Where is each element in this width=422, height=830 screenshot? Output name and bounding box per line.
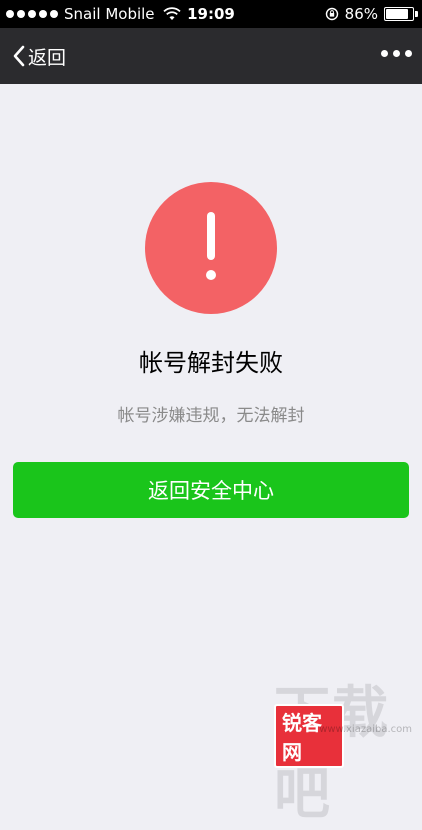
- chevron-left-icon: [13, 45, 25, 67]
- status-right: 86%: [325, 5, 418, 23]
- page-title: 帐号解封失败: [139, 349, 283, 377]
- more-dot-icon: [381, 50, 388, 57]
- more-dot-icon: [393, 50, 400, 57]
- exclamation-dot: [206, 270, 216, 280]
- watermark-badge: 锐客网: [274, 704, 344, 768]
- rotation-lock-icon: [325, 7, 338, 21]
- exclamation-bar: [207, 212, 215, 260]
- more-options-button[interactable]: [381, 50, 412, 57]
- navigation-bar: 返回: [0, 28, 422, 84]
- back-label: 返回: [28, 46, 67, 69]
- watermark-url: www.xiazaiba.com: [319, 724, 412, 735]
- more-dot-icon: [405, 50, 412, 57]
- watermark: 下载吧 锐客网 www.xiazaiba.com: [274, 668, 414, 827]
- battery-percent: 86%: [344, 5, 378, 23]
- error-alert-icon: [145, 182, 277, 314]
- return-security-center-button[interactable]: 返回安全中心: [13, 462, 409, 518]
- battery-level-fill: [386, 9, 409, 19]
- status-bar: Snail Mobile 19:09 86%: [0, 0, 422, 28]
- battery-icon: [384, 7, 418, 21]
- page-message: 帐号涉嫌违规，无法解封: [117, 406, 305, 426]
- back-button[interactable]: 返回: [12, 28, 66, 84]
